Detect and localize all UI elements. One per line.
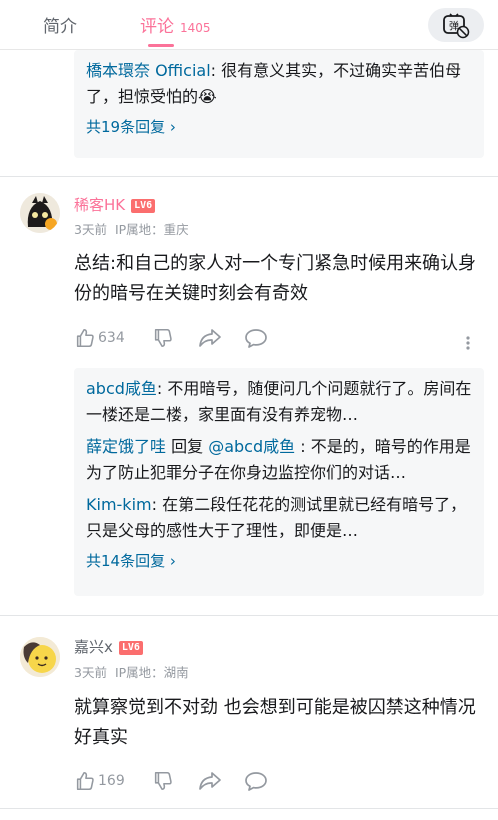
reply-item[interactable]: abcd咸鱼: 不用暗号，随便问几个问题就行了。房间在一楼还是二楼，家里面有没有…: [86, 376, 472, 428]
like-button[interactable]: 169: [74, 770, 125, 792]
comment-meta: 3天前 IP属地：湖南: [74, 662, 189, 681]
thumbs-down-icon: [154, 771, 172, 791]
comment-time: 3天前: [74, 665, 107, 680]
more-options-button[interactable]: [466, 336, 470, 350]
comment-divider: [0, 615, 498, 616]
comment-actions: 169: [74, 770, 484, 792]
comment-bubble-icon: [245, 772, 267, 791]
tab-bar: 简介 评论 1405 弹: [0, 0, 498, 50]
reply-preview-box: 橋本環奈 Official: 很有意义其实，不过确实辛苦伯母了，担惊受怕的😭 共…: [74, 50, 484, 158]
view-all-replies-link[interactable]: 共19条回复 ›: [86, 116, 472, 137]
view-all-replies-link[interactable]: 共14条回复 ›: [86, 550, 472, 571]
thumbs-up-icon: [76, 328, 94, 348]
thumbs-down-icon: [154, 328, 172, 348]
comment-ip-location: IP属地：湖南: [114, 665, 189, 680]
comment-time: 3天前: [74, 222, 107, 237]
share-icon: [199, 772, 221, 790]
view-all-replies-label: 共14条回复: [86, 552, 166, 570]
share-button[interactable]: [198, 327, 222, 349]
reply-username[interactable]: Kim-kim: [86, 495, 152, 514]
reply-word: 回复: [166, 437, 209, 456]
comment-divider: [0, 808, 498, 809]
comment-username[interactable]: 稀客HK: [74, 196, 125, 214]
comment-content[interactable]: 就算察觉到不对劲 也会想到可能是被囚禁这种情况 好真实: [74, 693, 484, 757]
reply-button[interactable]: [244, 327, 268, 349]
reply-username[interactable]: abcd咸鱼: [86, 379, 157, 398]
danmaku-toggle-button[interactable]: 弹: [428, 8, 484, 42]
comment-meta: 3天前 IP属地：重庆: [74, 219, 189, 238]
thumbs-up-icon: [76, 771, 94, 791]
reply-username[interactable]: 橋本環奈 Official: [86, 61, 211, 80]
reply-button[interactable]: [244, 770, 268, 792]
danmaku-off-icon: 弹: [443, 13, 470, 39]
avatar[interactable]: [20, 637, 60, 677]
comment-username[interactable]: 嘉兴x: [74, 638, 113, 656]
comment-content[interactable]: 总结:和自己的家人对一个专门紧急时候用来确认身份的暗号在关键时刻会有奇效: [74, 249, 484, 313]
reply-preview-box: abcd咸鱼: 不用暗号，随便问几个问题就行了。房间在一楼还是二楼，家里面有没有…: [74, 368, 484, 596]
comments-count: 1405: [180, 21, 211, 35]
tab-comments-label: 评论: [140, 17, 174, 37]
like-button[interactable]: 634: [74, 327, 125, 349]
view-all-replies-label: 共19条回复: [86, 118, 166, 136]
reply-item[interactable]: 橋本環奈 Official: 很有意义其实，不过确实辛苦伯母了，担惊受怕的😭: [86, 58, 472, 110]
tab-intro[interactable]: 简介: [43, 12, 77, 37]
chevron-right-icon: ›: [169, 118, 176, 136]
comment-ip-location: IP属地：重庆: [114, 222, 189, 237]
level-badge: LV6: [131, 199, 156, 213]
reply-item[interactable]: 薛定饿了哇 回复 @abcd咸鱼 : 不是的，暗号的作用是为了防止犯罪分子在你身…: [86, 434, 472, 486]
crying-emoji: 😭: [198, 87, 217, 106]
share-icon: [199, 329, 221, 347]
avatar-image: [20, 637, 60, 677]
chevron-right-icon: ›: [169, 552, 176, 570]
comment-divider: [0, 176, 498, 177]
active-tab-indicator: [148, 44, 174, 47]
reply-mention[interactable]: @abcd咸鱼: [208, 437, 295, 456]
reply-username[interactable]: 薛定饿了哇: [86, 437, 166, 456]
dislike-button[interactable]: [152, 770, 174, 792]
reply-item[interactable]: Kim-kim: 在第二段任花花的测试里就已经有暗号了，只是父母的感性大于了理性…: [86, 492, 472, 544]
comment-username-row: 嘉兴x LV6: [74, 636, 143, 657]
more-vertical-icon: [466, 336, 470, 350]
dislike-button[interactable]: [152, 327, 174, 349]
tab-comments[interactable]: 评论 1405: [140, 12, 211, 37]
like-count: 634: [98, 330, 125, 346]
avatar[interactable]: [20, 193, 60, 233]
comment-username-row: 稀客HK LV6: [74, 194, 156, 215]
like-count: 169: [98, 773, 125, 789]
share-button[interactable]: [198, 770, 222, 792]
comment-actions: 634: [74, 327, 484, 350]
comment-bubble-icon: [245, 329, 267, 348]
level-badge: LV6: [118, 641, 143, 655]
avatar-image: [20, 193, 60, 233]
